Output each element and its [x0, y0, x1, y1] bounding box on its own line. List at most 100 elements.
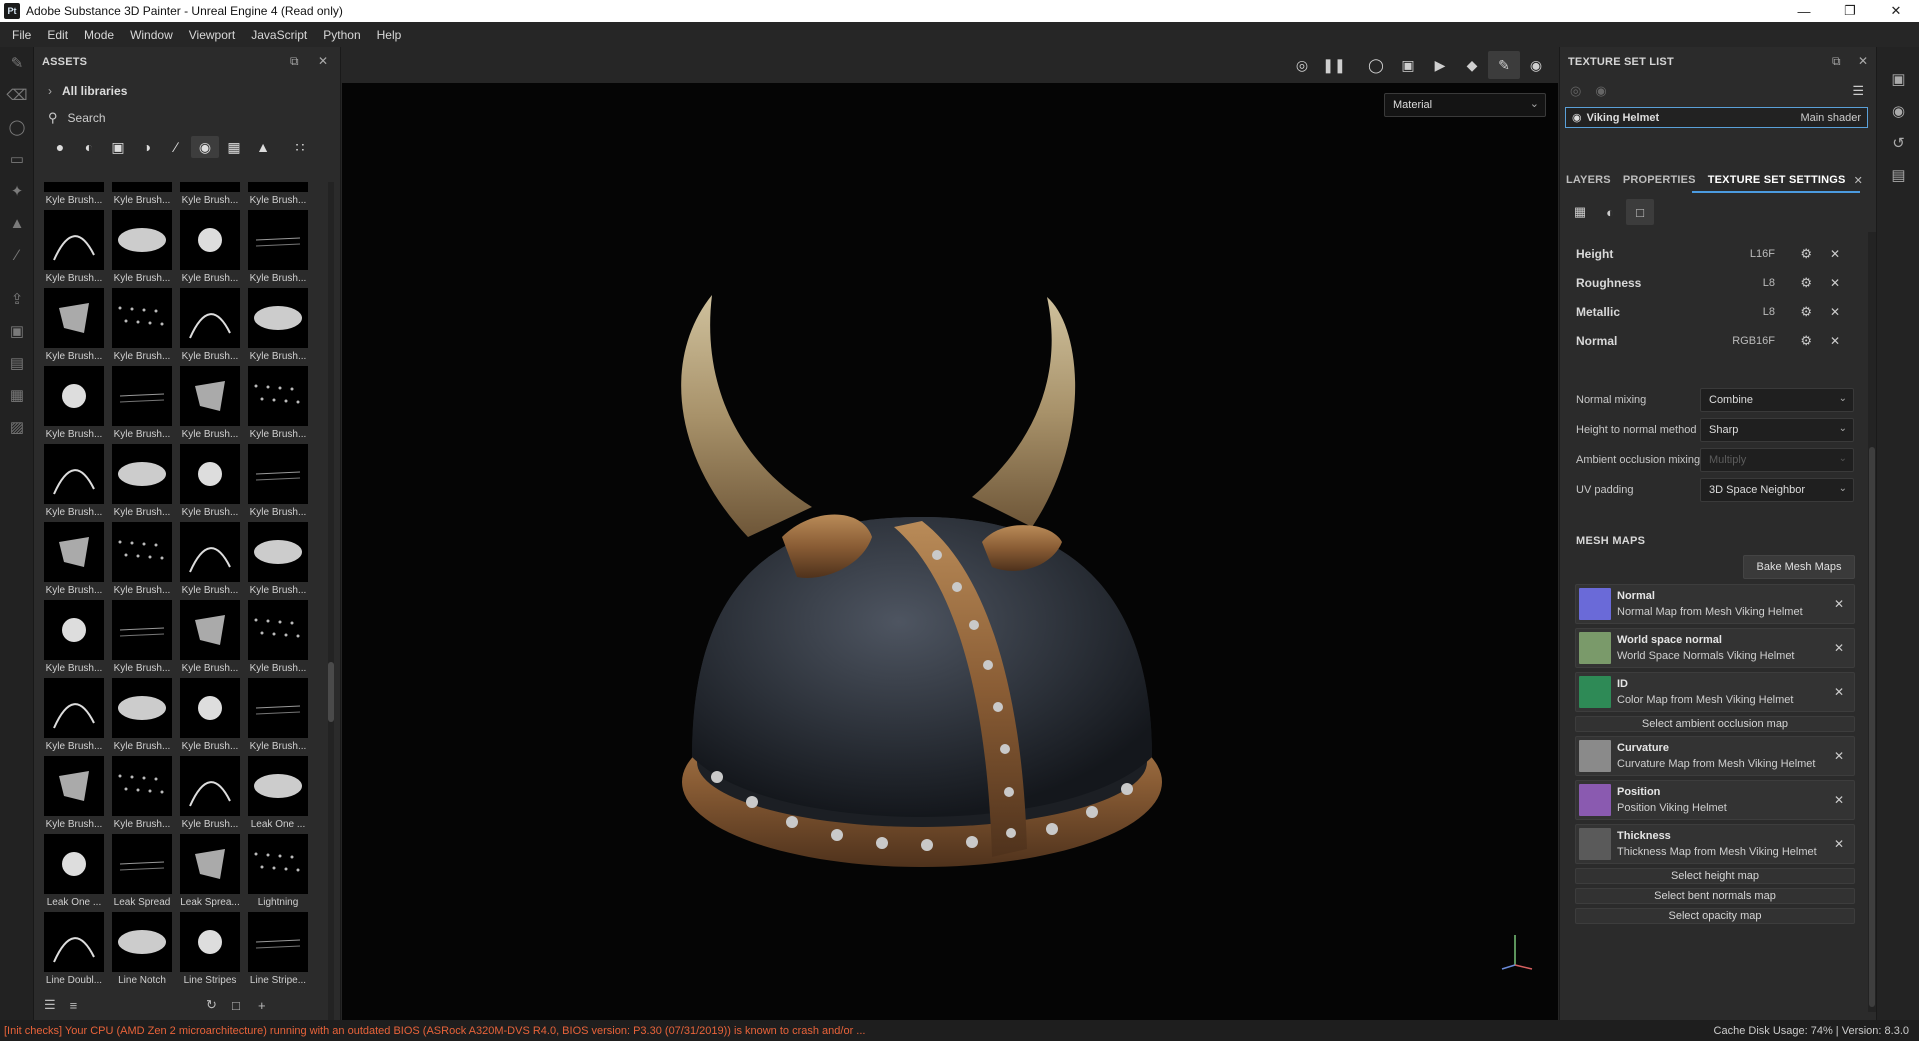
texture-set-row[interactable]: ◉ Viking Helmet Main shader [1565, 107, 1868, 128]
generators-filter-icon[interactable]: ◑ [133, 136, 161, 158]
mesh-map-thickness[interactable]: Thickness Thickness Map from Mesh Viking … [1575, 824, 1855, 864]
asset-item[interactable]: Kyle Brush... [246, 600, 310, 678]
close-icon[interactable]: ✕ [1830, 334, 1840, 348]
library-selector[interactable]: › All libraries [34, 77, 340, 105]
normal-mixing-select[interactable]: Combine ⌄ [1700, 388, 1854, 412]
menu-mode[interactable]: Mode [76, 28, 122, 42]
asset-item[interactable]: Kyle Brush... [246, 678, 310, 756]
materials-filter-icon[interactable]: ● [46, 136, 74, 158]
asset-item[interactable]: Kyle Brush... [178, 444, 242, 522]
select-height-map-button[interactable]: Select height map [1575, 868, 1855, 884]
menu-file[interactable]: File [4, 28, 39, 42]
asset-item[interactable]: Kyle Brush... [42, 444, 106, 522]
asset-item[interactable]: Kyle Brush... [110, 182, 174, 210]
asset-item[interactable]: Kyle Brush... [178, 522, 242, 600]
close-icon[interactable]: ✕ [1830, 247, 1840, 261]
list-view-icon[interactable]: ☰ [44, 997, 56, 1013]
asset-item[interactable]: Kyle Brush... [110, 366, 174, 444]
asset-item[interactable]: Leak Sprea... [178, 834, 242, 912]
uv-icon[interactable]: □ [1626, 199, 1654, 225]
asset-item[interactable]: Kyle Brush... [110, 756, 174, 834]
status-error-message[interactable]: [Init checks] Your CPU (AMD Zen 2 microa… [4, 1025, 865, 1037]
gear-icon[interactable]: ⚙ [1800, 333, 1812, 349]
asset-item[interactable]: Kyle Brush... [246, 210, 310, 288]
hide-icon[interactable]: ◎ [1286, 51, 1318, 79]
asset-item[interactable]: Kyle Brush... [42, 366, 106, 444]
maximize-button[interactable]: ❐ [1827, 0, 1873, 22]
screenshot-camera-icon[interactable]: ◉ [1520, 51, 1552, 79]
display-settings-icon[interactable]: ▤ [0, 347, 34, 379]
paint-brush-icon[interactable]: ✎ [0, 47, 34, 79]
asset-item[interactable]: Kyle Brush... [42, 600, 106, 678]
asset-item[interactable]: Kyle Brush... [110, 288, 174, 366]
bake-mesh-maps-button[interactable]: Bake Mesh Maps [1743, 555, 1855, 579]
asset-item[interactable]: Leak One ... [246, 756, 310, 834]
asset-item[interactable]: Kyle Brush... [110, 210, 174, 288]
asset-item[interactable]: Kyle Brush... [246, 288, 310, 366]
mesh-map-world-space-normal[interactable]: World space normal World Space Normals Vi… [1575, 628, 1855, 668]
close-tab-icon[interactable]: ✕ [1854, 174, 1863, 187]
alphas-filter-icon[interactable]: ◉ [191, 136, 219, 158]
clone-stamp-icon[interactable]: ▲ [0, 207, 34, 239]
tab-texture-set-settings[interactable]: TEXTURE SET SETTINGS [1708, 174, 1846, 186]
asset-item[interactable]: Kyle Brush... [110, 444, 174, 522]
tab-layers[interactable]: LAYERS [1566, 174, 1611, 186]
asset-item[interactable]: Leak One ... [42, 834, 106, 912]
viewport-mode-select[interactable]: Material ⌄ [1384, 93, 1546, 117]
mesh-map-normal[interactable]: Normal Normal Map from Mesh Viking Helmet… [1575, 584, 1855, 624]
asset-item[interactable]: Line Notch [110, 912, 174, 990]
float-panel-icon[interactable]: ⧉ [1832, 54, 1841, 69]
gear-icon[interactable]: ⚙ [1800, 275, 1812, 291]
eraser-icon[interactable]: ⌫ [0, 79, 34, 111]
asset-item[interactable]: Lightning [246, 834, 310, 912]
bake-icon[interactable]: ▣ [0, 315, 34, 347]
close-icon[interactable]: ✕ [1834, 641, 1844, 655]
menu-viewport[interactable]: Viewport [181, 28, 243, 42]
uv-padding-select[interactable]: 3D Space Neighbor ⌄ [1700, 478, 1854, 502]
mesh-map-id[interactable]: ID Color Map from Mesh Viking Helmet ✕ [1575, 672, 1855, 712]
channel-roughness[interactable]: Roughness L8 ⚙ ✕ [1560, 268, 1870, 297]
gear-icon[interactable]: ⚙ [1800, 304, 1812, 320]
gear-icon[interactable]: ⚙ [1800, 246, 1812, 262]
projection-icon[interactable]: ◯ [0, 111, 34, 143]
asset-item[interactable]: Kyle Brush... [246, 182, 310, 210]
mesh-map-curvature[interactable]: Curvature Curvature Map from Mesh Viking … [1575, 736, 1855, 776]
add-icon[interactable]: + [258, 998, 266, 1013]
asset-item[interactable]: Kyle Brush... [178, 288, 242, 366]
channel-metallic[interactable]: Metallic L8 ⚙ ✕ [1560, 297, 1870, 326]
asset-item[interactable]: Line Stripe... [246, 912, 310, 990]
close-panel-icon[interactable]: ✕ [1858, 54, 1868, 68]
environments-filter-icon[interactable]: ▲ [249, 136, 277, 158]
smudge-icon[interactable]: ✦ [0, 175, 34, 207]
mesh-icon[interactable]: ▨ [0, 411, 34, 443]
display-settings-dock-icon[interactable]: ▣ [1877, 63, 1919, 95]
menu-icon[interactable]: ☰ [1852, 83, 1864, 99]
asset-item[interactable]: Kyle Brush... [178, 366, 242, 444]
channel-format[interactable]: L8 [1763, 306, 1775, 318]
paint-mode-icon[interactable]: ✎ [1488, 51, 1520, 79]
asset-item[interactable]: Kyle Brush... [178, 756, 242, 834]
shader-settings-icon[interactable]: ▦ [0, 379, 34, 411]
assets-scrollbar[interactable] [328, 182, 334, 1032]
close-icon[interactable]: ✕ [1834, 597, 1844, 611]
channel-format[interactable]: RGB16F [1732, 335, 1775, 347]
close-icon[interactable]: ✕ [1834, 749, 1844, 763]
channel-format[interactable]: L8 [1763, 277, 1775, 289]
asset-item[interactable]: Line Stripes [178, 912, 242, 990]
search-input[interactable]: ⚲ Search [34, 105, 340, 131]
float-panel-icon[interactable]: ⧉ [290, 54, 299, 69]
asset-item[interactable]: Kyle Brush... [42, 756, 106, 834]
2d-view-icon[interactable]: ◯ [1360, 51, 1392, 79]
channel-normal[interactable]: Normal RGB16F ⚙ ✕ [1560, 326, 1870, 355]
texture-set-icon[interactable]: ▦ [1566, 199, 1594, 225]
menu-help[interactable]: Help [369, 28, 410, 42]
brushes-filter-icon[interactable]: ∕ [162, 136, 190, 158]
close-window-button[interactable]: ✕ [1873, 0, 1919, 22]
close-icon[interactable]: ✕ [1830, 276, 1840, 290]
menu-python[interactable]: Python [315, 28, 368, 42]
asset-item[interactable]: Kyle Brush... [42, 522, 106, 600]
log-icon[interactable]: ▤ [1877, 159, 1919, 191]
color-picker-icon[interactable]: ∕ [0, 239, 34, 271]
export-icon[interactable]: ⇪ [0, 283, 34, 315]
asset-item[interactable]: Line Doubl... [42, 912, 106, 990]
